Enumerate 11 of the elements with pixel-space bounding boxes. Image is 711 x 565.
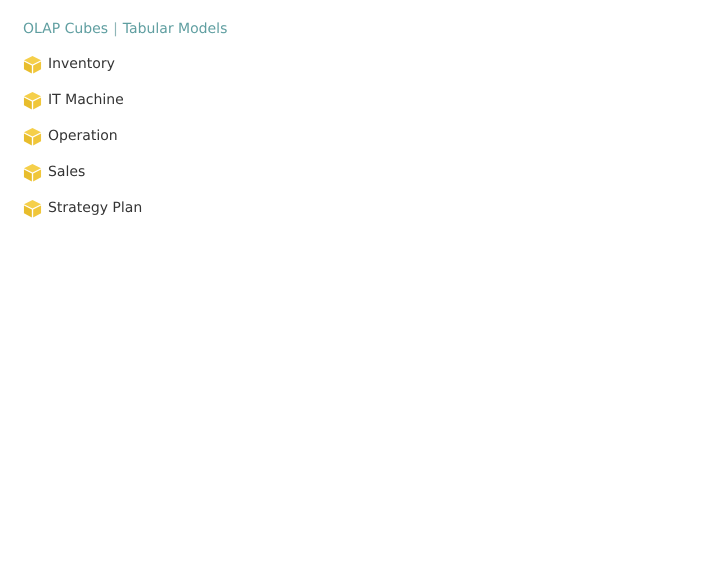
cube-icon [23,162,42,182]
cube-icon [23,90,42,110]
separator: | [113,21,118,37]
cube-link[interactable]: Strategy Plan [48,200,142,216]
cube-link[interactable]: IT Machine [48,92,124,108]
cube-icon [23,54,42,74]
cube-link[interactable]: Sales [48,164,86,180]
cube-link[interactable]: Operation [48,128,118,144]
cube-icon [23,198,42,218]
cube-link[interactable]: Inventory [48,56,115,72]
cube-icon [23,126,42,146]
